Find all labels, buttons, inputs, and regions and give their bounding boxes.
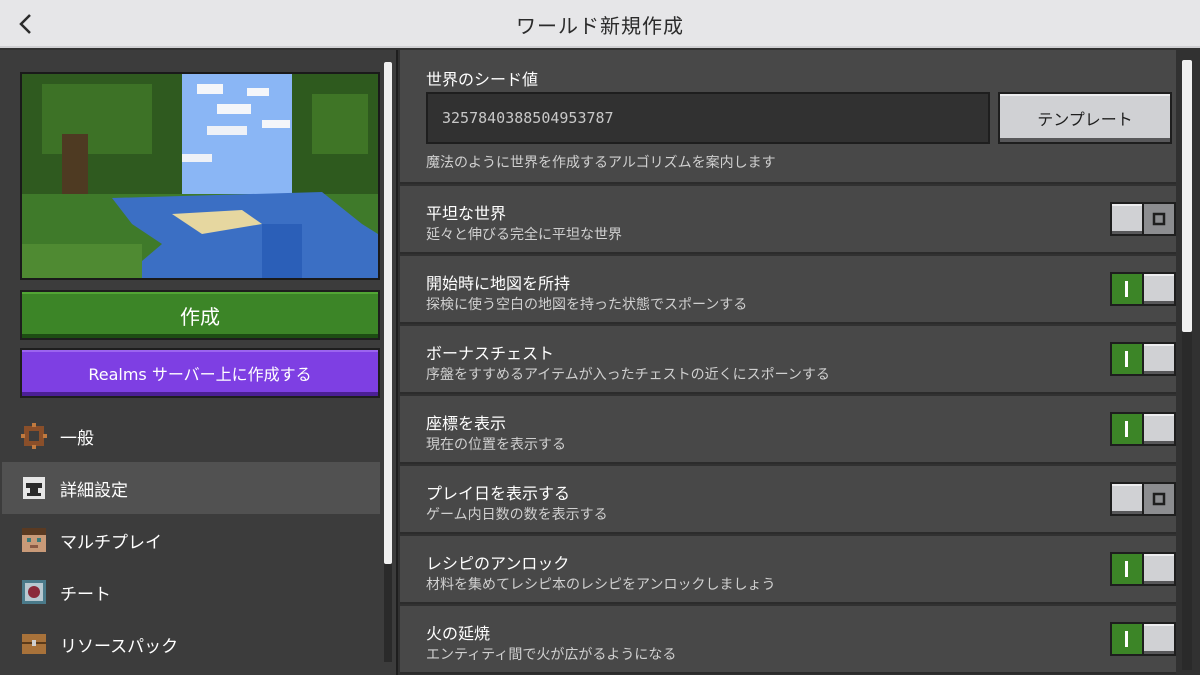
nav-item-label: 一般 [60,428,94,449]
nav-item-advanced[interactable]: 詳細設定 [2,462,380,514]
title-bar: ワールド新規作成 [0,0,1200,48]
setting-description: 探検に使う空白の地図を持った状態でスポーンする [426,297,748,313]
flat-world-toggle[interactable] [1110,202,1176,236]
fire-spread-toggle[interactable] [1110,622,1176,656]
left-panel: 作成 Realms サーバー上に作成する 一般 詳細設定 マルチプレイ チート … [0,50,398,675]
command-block-icon [22,580,46,604]
setting-description: 延々と伸びる完全に平坦な世界 [426,227,622,243]
right-scrollbar-thumb[interactable] [1182,60,1192,332]
toggle-off-icon [1144,209,1174,229]
setting-title: 座標を表示 [426,414,507,433]
setting-row-recipe-unlock: レシピのアンロック 材料を集めてレシピ本のレシピをアンロックしましょう [400,536,1176,604]
setting-row-flat-world: 平坦な世界 延々と伸びる完全に平坦な世界 [400,186,1176,254]
setting-description: ゲーム内日数の数を表示する [426,507,608,523]
create-on-realms-button[interactable]: Realms サーバー上に作成する [20,348,380,398]
seed-title: 世界のシード値 [426,70,539,89]
nav-item-label: リソースパック [60,636,179,657]
player-head-icon [22,528,46,552]
setting-row-show-days-played: プレイ日を表示する ゲーム内日数の数を表示する [400,466,1176,534]
setting-title: ボーナスチェスト [426,344,555,363]
toggle-knob [1112,484,1144,514]
nav-item-label: 詳細設定 [60,480,128,501]
toggle-knob [1142,344,1174,374]
create-button[interactable]: 作成 [20,290,380,340]
setting-title: レシピのアンロック [426,554,570,573]
chest-icon [22,634,46,654]
toggle-knob [1142,624,1174,654]
world-preview-image [20,72,380,280]
gear-icon [21,423,47,449]
settings-panel: 世界のシード値 3257840388504953787 テンプレート 魔法のよう… [400,50,1200,675]
toggle-on-icon [1112,419,1142,439]
setting-description: 序盤をすすめるアイテムが入ったチェストの近くにスポーンする [426,367,830,383]
setting-description: 現在の位置を表示する [426,437,566,453]
nav-item-multiplayer[interactable]: マルチプレイ [2,514,380,566]
setting-description: 材料を集めてレシピ本のレシピをアンロックしましょう [426,577,776,593]
toggle-on-icon [1112,349,1142,369]
setting-row-starting-map: 開始時に地図を所持 探検に使う空白の地図を持った状態でスポーンする [400,256,1176,324]
nav-item-resource-packs[interactable]: リソースパック [2,618,380,670]
toggle-on-icon [1112,559,1142,579]
seed-description: 魔法のように世界を作成するアルゴリズムを案内します [426,155,776,171]
page-title: ワールド新規作成 [516,14,684,38]
setting-title: プレイ日を表示する [426,484,571,503]
nav-item-general[interactable]: 一般 [2,410,380,462]
setting-row-show-coordinates: 座標を表示 現在の位置を表示する [400,396,1176,464]
setting-title: 開始時に地図を所持 [426,274,571,293]
starting-map-toggle[interactable] [1110,272,1176,306]
nav-item-cheats[interactable]: チート [2,566,380,618]
template-button[interactable]: テンプレート [998,92,1172,144]
show-days-played-toggle[interactable] [1110,482,1176,516]
bonus-chest-toggle[interactable] [1110,342,1176,376]
seed-setting: 世界のシード値 3257840388504953787 テンプレート 魔法のよう… [400,50,1176,184]
nav-item-label: マルチプレイ [60,532,162,553]
setting-row-bonus-chest: ボーナスチェスト 序盤をすすめるアイテムが入ったチェストの近くにスポーンする [400,326,1176,394]
toggle-knob [1142,554,1174,584]
anvil-icon [23,477,45,499]
toggle-knob [1142,274,1174,304]
left-scrollbar[interactable] [384,62,392,662]
seed-input[interactable]: 3257840388504953787 [426,92,990,144]
nav-item-label: チート [60,584,111,605]
left-scrollbar-thumb[interactable] [384,62,392,564]
setting-row-fire-spread: 火の延焼 エンティティ間で火が広がるようになる [400,606,1176,674]
toggle-knob [1142,414,1174,444]
show-coordinates-toggle[interactable] [1110,412,1176,446]
setting-description: エンティティ間で火が広がるようになる [426,647,677,663]
setting-title: 火の延焼 [426,624,491,643]
toggle-off-icon [1144,489,1174,509]
setting-title: 平坦な世界 [426,204,507,223]
toggle-on-icon [1112,629,1142,649]
toggle-on-icon [1112,279,1142,299]
toggle-knob [1112,204,1144,234]
right-scrollbar[interactable] [1182,60,1192,670]
recipe-unlock-toggle[interactable] [1110,552,1176,586]
settings-nav: 一般 詳細設定 マルチプレイ チート リソースパック [2,410,380,670]
